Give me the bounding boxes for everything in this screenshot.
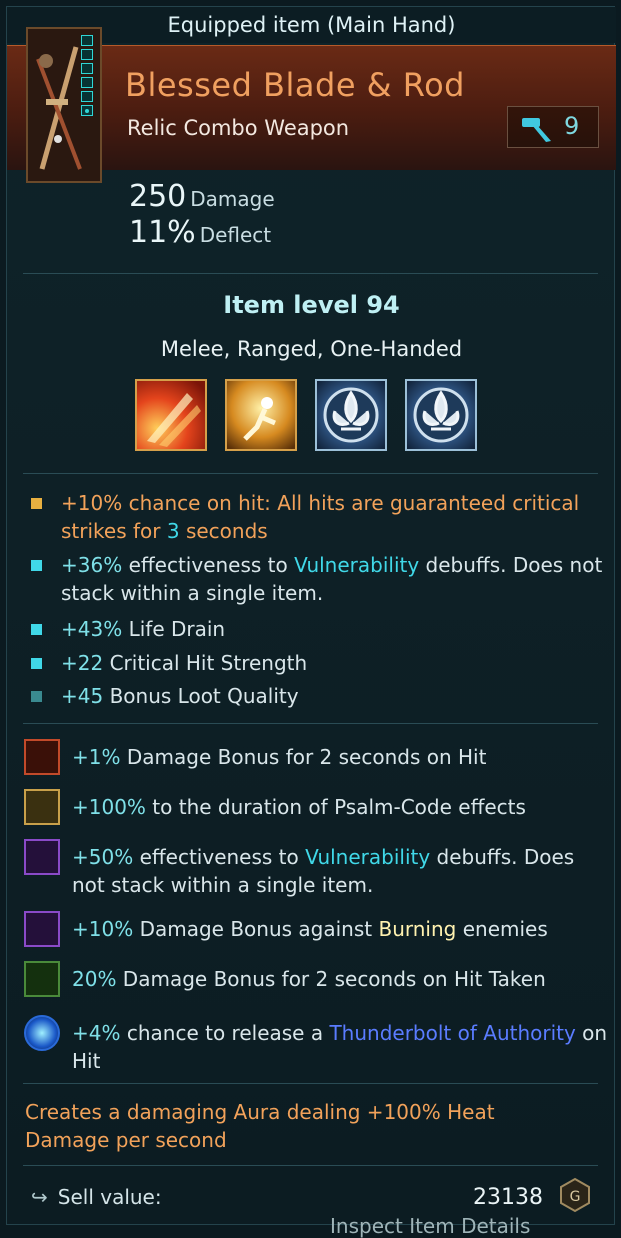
- item-tooltip: Equipped item (Main Hand) Blessed Blade …: [6, 6, 616, 1225]
- rune-icon[interactable]: [24, 739, 60, 775]
- divider: [23, 1165, 598, 1166]
- mod-value: 20%: [72, 967, 117, 991]
- rune-icon[interactable]: [24, 839, 60, 875]
- fleur-de-lis-icon[interactable]: [315, 379, 387, 451]
- rune-icon[interactable]: [24, 789, 60, 825]
- mod-slot: [81, 49, 93, 60]
- item-thumbnail[interactable]: [26, 27, 102, 183]
- mod-text: Damage Bonus for 2 seconds on Hit Taken: [116, 967, 546, 991]
- affix-highlight: Vulnerability: [294, 553, 420, 577]
- mod-slot: [81, 77, 93, 88]
- affix-bullet: [31, 560, 42, 571]
- mod-slot-filled: [81, 105, 93, 116]
- mod-text: effectiveness to: [133, 845, 306, 869]
- item-subtype: Relic Combo Weapon: [127, 116, 350, 140]
- mod-text: chance to release a: [120, 1021, 330, 1045]
- mod-value: +100%: [72, 795, 146, 819]
- affix-value: +45: [61, 684, 104, 708]
- damage-label: Damage: [190, 187, 275, 211]
- item-level: Item level 94: [223, 291, 400, 319]
- divider: [23, 1083, 598, 1084]
- mod-text: enemies: [456, 917, 548, 941]
- mod-text: to the duration of Psalm-Code effects: [145, 795, 526, 819]
- affix-bullet: [31, 691, 42, 702]
- rune-icon[interactable]: [24, 961, 60, 997]
- thunderbolt-icon[interactable]: [24, 1015, 60, 1051]
- affix-value: +36%: [61, 553, 123, 577]
- mod-value: +1%: [72, 745, 121, 769]
- divider: [23, 473, 598, 474]
- fleur-de-lis-icon[interactable]: [405, 379, 477, 451]
- affix-text: Bonus Loot Quality: [103, 684, 299, 708]
- item-tags: Melee, Ranged, One-Handed: [160, 337, 463, 361]
- damage-value: 250: [129, 179, 187, 214]
- affix-text: +10% chance on hit: All hits are guarant…: [61, 491, 580, 543]
- mod-highlight: Vulnerability: [305, 845, 431, 869]
- affix-text: effectiveness to: [122, 553, 295, 577]
- sell-row: ↪ Sell value:: [31, 1185, 162, 1209]
- return-arrow-icon: ↪: [31, 1185, 48, 1209]
- affix-text: Critical Hit Strength: [103, 651, 308, 675]
- sell-value: 23138: [473, 1185, 543, 1210]
- mod-value: +50%: [72, 845, 134, 869]
- affix-highlight: 3: [166, 519, 180, 543]
- sell-label: Sell value:: [57, 1185, 162, 1209]
- mod-value: +4%: [72, 1021, 121, 1045]
- affix-value: +43%: [61, 617, 123, 641]
- mod-slot: [81, 35, 93, 46]
- damage-stat: 250 Damage: [129, 179, 275, 214]
- affix-text: Life Drain: [122, 617, 226, 641]
- rank-value: 9: [564, 112, 580, 140]
- deflect-label: Deflect: [199, 223, 272, 247]
- inspect-details-button[interactable]: Inspect Item Details: [330, 1214, 530, 1238]
- rune-icon[interactable]: [24, 911, 60, 947]
- hammer-icon: [522, 118, 551, 142]
- golden-strike-icon[interactable]: [225, 379, 297, 451]
- mod-text: Damage Bonus for 2 seconds on Hit: [120, 745, 487, 769]
- svg-text:G: G: [570, 1189, 581, 1205]
- divider: [23, 273, 598, 274]
- mod-text: Damage Bonus against: [133, 917, 379, 941]
- ability-icons: [135, 379, 477, 451]
- affix-bullet: [31, 658, 42, 669]
- deflect-stat: 11% Deflect: [129, 215, 271, 250]
- currency-icon: G: [560, 1177, 590, 1213]
- mod-slot-column: [81, 35, 95, 116]
- mod-highlight: Thunderbolt of Authority: [329, 1021, 576, 1045]
- affix-value: +22: [61, 651, 104, 675]
- affix-bullet: [31, 624, 42, 635]
- mod-value: +10%: [72, 917, 134, 941]
- affix-text: seconds: [179, 519, 268, 543]
- mod-highlight: Burning: [378, 917, 457, 941]
- fire-slash-icon[interactable]: [135, 379, 207, 451]
- aura-description: Creates a damaging Aura dealing +100% He…: [25, 1100, 495, 1152]
- mod-slot: [81, 91, 93, 102]
- item-rank-badge: 9: [507, 106, 599, 148]
- affix-bullet: [31, 498, 42, 509]
- deflect-value: 11%: [129, 215, 196, 250]
- item-name: Blessed Blade & Rod: [125, 66, 465, 104]
- mod-slot: [81, 63, 93, 74]
- divider: [23, 723, 598, 724]
